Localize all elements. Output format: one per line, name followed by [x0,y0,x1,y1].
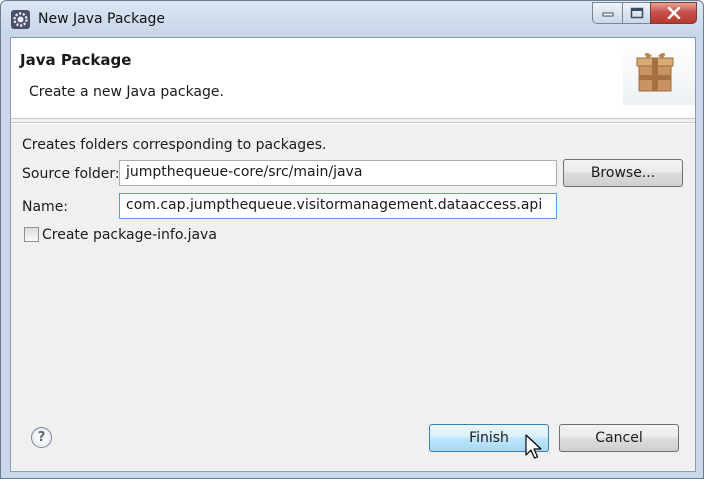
source-folder-label: Source folder: [22,166,120,182]
eclipse-gear-icon [11,10,30,29]
maximize-icon [630,7,643,19]
banner-title: Java Package [20,51,132,69]
minimize-button[interactable] [592,2,623,24]
minimize-icon [602,12,613,17]
package-info-checkbox[interactable] [24,227,39,242]
browse-button[interactable]: Browse... [563,159,683,187]
wizard-banner: Java Package Create a new Java package. [11,38,695,119]
package-name-field[interactable]: com.cap.jumpthequeue.visitormanagement.d… [119,193,557,219]
mouse-cursor-icon [525,434,542,459]
window-title: New Java Package [38,11,166,27]
maximize-button[interactable] [623,2,650,24]
banner-separator [11,122,695,124]
banner-subtitle: Create a new Java package. [29,84,224,100]
caption-buttons [592,2,697,24]
close-icon [667,7,680,19]
cancel-button[interactable]: Cancel [559,424,679,452]
dialog-content: Java Package Create a new Java package. … [10,37,696,472]
package-info-label[interactable]: Create package-info.java [42,227,217,243]
name-label: Name: [22,199,69,215]
page-description: Creates folders corresponding to package… [22,137,327,153]
banner-image [623,38,695,105]
title-bar[interactable]: New Java Package [1,1,703,37]
close-button[interactable] [650,2,697,24]
source-folder-field[interactable]: jumpthequeue-core/src/main/java [119,160,557,186]
dialog-window: New Java Package Java Package Create a n… [0,0,704,479]
package-box-icon [636,52,674,92]
help-icon[interactable]: ? [31,427,52,448]
